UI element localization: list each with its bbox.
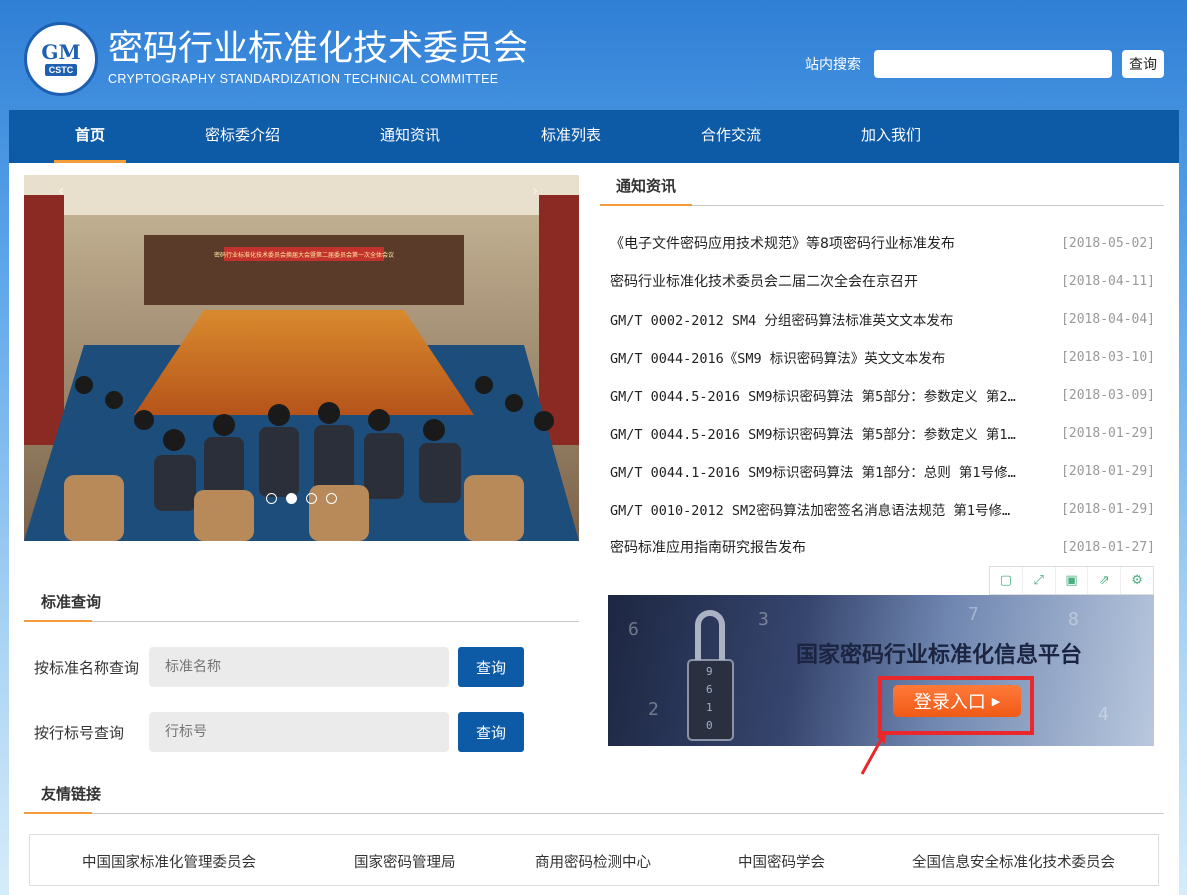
news-item[interactable]: GM/T 0044.5-2016 SM9标识密码算法 第5部分：参数定义 第1……	[610, 414, 1155, 452]
news-item-date: [2018-01-29]	[1061, 463, 1155, 479]
floating-toolbar: ▢ ⤢ ▣ ⇗ ⚙	[989, 566, 1154, 595]
carousel-next-icon[interactable]: ›	[532, 181, 538, 200]
svg-text:4: 4	[1098, 704, 1109, 725]
news-item-date: [2018-01-27]	[1061, 539, 1155, 555]
news-section-title: 通知资讯	[616, 177, 677, 195]
news-item-date: [2018-03-10]	[1061, 349, 1155, 365]
carousel-prev-icon[interactable]: ‹	[58, 181, 64, 200]
news-section-accent	[600, 204, 692, 206]
highlight-arrow-icon	[860, 732, 886, 775]
nav-item-standards[interactable]: 标准列表	[525, 110, 617, 163]
news-item-date: [2018-03-09]	[1061, 387, 1155, 403]
standard-query-title: 标准查询	[41, 593, 102, 611]
save-icon[interactable]: ▣	[1056, 567, 1089, 594]
nav-item-cooperation[interactable]: 合作交流	[685, 110, 777, 163]
news-item-date: [2018-05-02]	[1061, 235, 1155, 251]
friend-link[interactable]: 中国国家标准化管理委员会	[82, 851, 256, 872]
search-label: 站内搜索	[805, 57, 861, 73]
site-search-button[interactable]: 查询	[1122, 50, 1164, 78]
friend-links-box: 中国国家标准化管理委员会 国家密码管理局 商用密码检测中心 中国密码学会 全国信…	[29, 834, 1159, 886]
svg-text:9: 9	[706, 665, 713, 678]
standard-query-accent	[24, 620, 92, 622]
news-item-title[interactable]: GM/T 0044-2016《SM9 标识密码算法》英文文本发布	[610, 347, 1045, 367]
news-item-title[interactable]: GM/T 0002-2012 SM4 分组密码算法标准英文文本发布	[610, 309, 1045, 329]
carousel-dot-3[interactable]	[306, 493, 317, 504]
carousel-dot-2[interactable]	[286, 493, 297, 504]
site-subtitle: CRYPTOGRAPHY STANDARDIZATION TECHNICAL C…	[108, 72, 499, 86]
friend-links-title: 友情链接	[41, 785, 102, 803]
news-item-title[interactable]: 《电子文件密码应用技术规范》等8项密码行业标准发布	[610, 233, 1045, 253]
news-item-title[interactable]: GM/T 0044.5-2016 SM9标识密码算法 第5部分：参数定义 第2…	[610, 385, 1045, 405]
svg-text:1: 1	[706, 701, 713, 714]
carousel-dots	[266, 493, 337, 504]
news-item[interactable]: 密码行业标准化技术委员会二届二次全会在京召开 [2018-04-11]	[610, 262, 1155, 300]
svg-text:3: 3	[758, 609, 769, 630]
platform-banner-title: 国家密码行业标准化信息平台	[796, 643, 1083, 668]
photo-carousel[interactable]: 密码行业标准化技术委员会换届大会暨第二届委员会第一次全体会议 ‹ ›	[24, 175, 579, 541]
friend-link[interactable]: 全国信息安全标准化技术委员会	[912, 851, 1115, 872]
logo-cstc-text: CSTC	[44, 64, 78, 76]
site-title: 密码行业标准化技术委员会	[108, 29, 529, 69]
news-item[interactable]: 《电子文件密码应用技术规范》等8项密码行业标准发布 [2018-05-02]	[610, 224, 1155, 262]
carousel-dot-1[interactable]	[266, 493, 277, 504]
friend-links-accent	[24, 812, 92, 814]
news-item-date: [2018-04-04]	[1061, 311, 1155, 327]
friend-link[interactable]: 国家密码管理局	[354, 851, 456, 872]
svg-text:7: 7	[968, 604, 979, 625]
news-item[interactable]: GM/T 0044.5-2016 SM9标识密码算法 第5部分：参数定义 第2……	[610, 376, 1155, 414]
settings-icon[interactable]: ⚙	[1121, 567, 1153, 594]
svg-text:2: 2	[648, 699, 659, 720]
news-item-title[interactable]: 密码标准应用指南研究报告发布	[610, 537, 1045, 557]
site-header: GM CSTC 密码行业标准化技术委员会 CRYPTOGRAPHY STANDA…	[0, 0, 1187, 110]
site-logo[interactable]: GM CSTC	[24, 22, 98, 96]
news-item-date: [2018-04-11]	[1061, 273, 1155, 289]
svg-text:8: 8	[1068, 609, 1079, 630]
friend-links-divider	[24, 813, 1164, 814]
news-item-date: [2018-01-29]	[1061, 425, 1155, 441]
carousel-dot-4[interactable]	[326, 493, 337, 504]
news-item-title[interactable]: 密码行业标准化技术委员会二届二次全会在京召开	[610, 271, 1045, 291]
name-query-button[interactable]: 查询	[458, 647, 524, 687]
number-query-button[interactable]: 查询	[458, 712, 524, 752]
logo-gm-text: GM	[41, 40, 81, 64]
conference-banner-text: 密码行业标准化技术委员会换届大会暨第二届委员会第一次全体会议	[214, 251, 394, 259]
news-list: 《电子文件密码应用技术规范》等8项密码行业标准发布 [2018-05-02] 密…	[610, 224, 1155, 566]
news-item-date: [2018-01-29]	[1061, 501, 1155, 517]
news-item-title[interactable]: GM/T 0044.5-2016 SM9标识密码算法 第5部分：参数定义 第1…	[610, 423, 1045, 443]
news-item[interactable]: 密码标准应用指南研究报告发布 [2018-01-27]	[610, 528, 1155, 566]
highlight-box	[878, 676, 1034, 735]
fullscreen-icon[interactable]: ⤢	[1023, 567, 1056, 594]
news-item-title[interactable]: GM/T 0044.1-2016 SM9标识密码算法 第1部分：总则 第1号修…	[610, 461, 1045, 481]
number-query-label: 按行标号查询	[34, 724, 125, 742]
site-search-input[interactable]	[874, 50, 1112, 78]
main-nav: 首页 密标委介绍 通知资讯 标准列表 合作交流 加入我们	[9, 110, 1179, 163]
standard-name-input[interactable]	[149, 647, 449, 687]
news-item[interactable]: GM/T 0044-2016《SM9 标识密码算法》英文文本发布 [2018-0…	[610, 338, 1155, 376]
standard-query-divider	[24, 621, 579, 622]
news-item[interactable]: GM/T 0002-2012 SM4 分组密码算法标准英文文本发布 [2018-…	[610, 300, 1155, 338]
conference-photo: 密码行业标准化技术委员会换届大会暨第二届委员会第一次全体会议	[24, 175, 579, 541]
nav-item-join[interactable]: 加入我们	[845, 110, 937, 163]
news-item-title[interactable]: GM/T 0010-2012 SM2密码算法加密签名消息语法规范 第1号修…	[610, 499, 1045, 519]
share-icon[interactable]: ⇗	[1088, 567, 1122, 594]
name-query-label: 按标准名称查询	[34, 659, 140, 677]
copy-icon[interactable]: ▢	[990, 567, 1023, 594]
nav-item-about[interactable]: 密标委介绍	[190, 110, 295, 163]
news-item[interactable]: GM/T 0010-2012 SM2密码算法加密签名消息语法规范 第1号修… […	[610, 490, 1155, 528]
nav-item-home[interactable]: 首页	[54, 110, 126, 163]
friend-link[interactable]: 中国密码学会	[738, 851, 825, 872]
friend-link[interactable]: 商用密码检测中心	[535, 851, 651, 872]
svg-text:0: 0	[706, 719, 713, 732]
nav-item-news[interactable]: 通知资讯	[364, 110, 456, 163]
svg-text:6: 6	[706, 683, 713, 696]
standard-number-input[interactable]	[149, 712, 449, 752]
news-item[interactable]: GM/T 0044.1-2016 SM9标识密码算法 第1部分：总则 第1号修……	[610, 452, 1155, 490]
svg-text:6: 6	[628, 619, 639, 640]
